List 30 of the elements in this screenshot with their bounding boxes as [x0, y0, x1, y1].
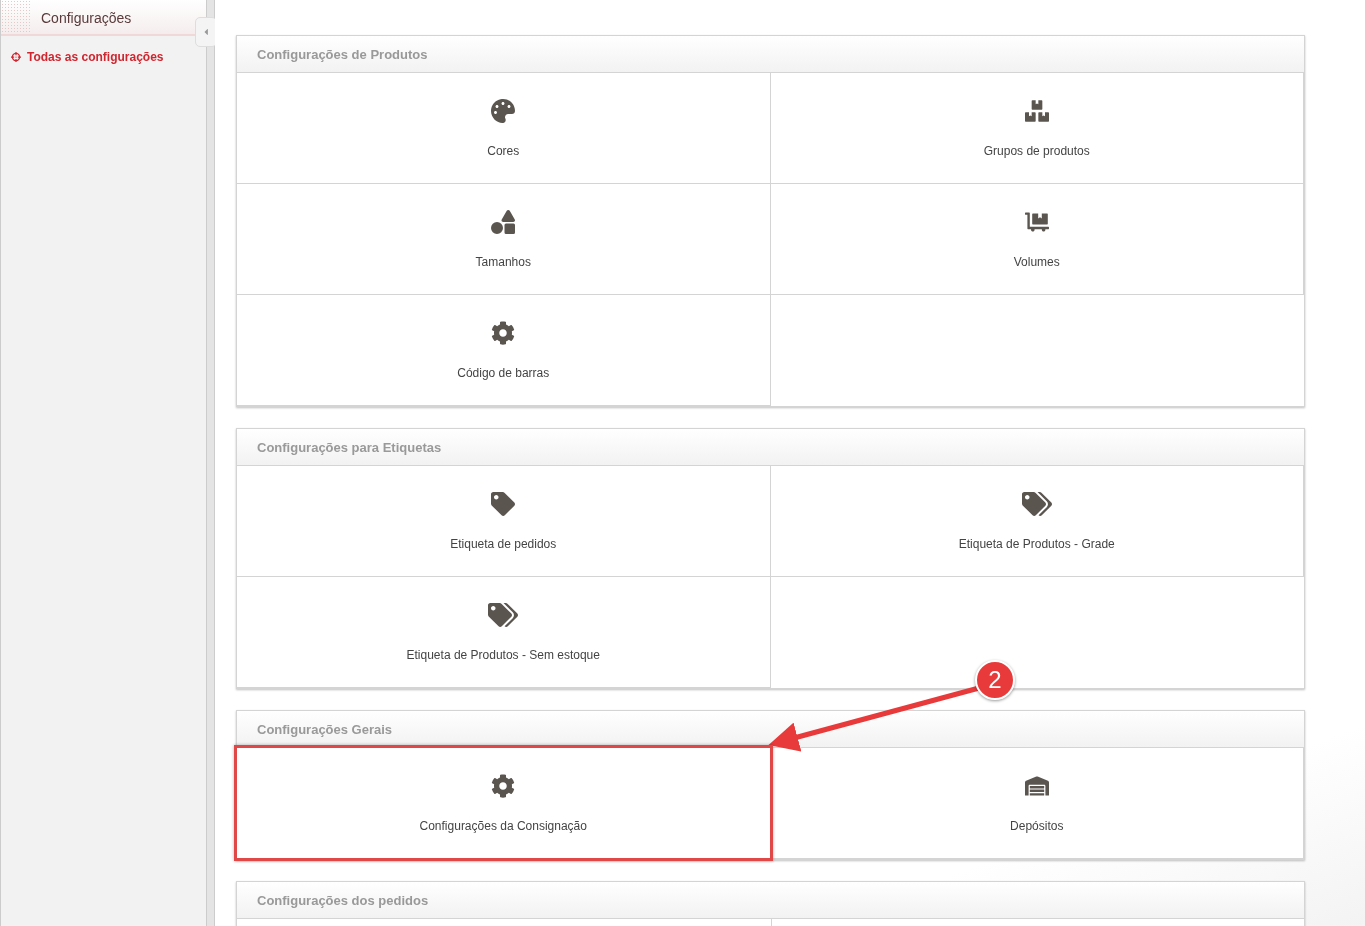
sidebar-title: Configurações: [40, 9, 132, 28]
gear-icon: [491, 321, 516, 345]
warehouse-icon: [1024, 774, 1049, 798]
shapes-icon: [491, 210, 516, 234]
settings-tile[interactable]: Tamanhos: [237, 184, 771, 295]
panel-title: Configurações Gerais: [257, 721, 393, 737]
settings-tile[interactable]: Etiqueta de Produtos - Grade: [770, 466, 1304, 577]
panel-title: Configurações para Etiquetas: [257, 439, 442, 455]
settings-tile[interactable]: Grupos de produtos: [770, 73, 1304, 184]
panel-title: Configurações dos pedidos: [257, 892, 429, 908]
settings-tile[interactable]: Depósitos: [770, 748, 1304, 859]
settings-tile[interactable]: Volumes: [770, 184, 1304, 295]
settings-tile[interactable]: Etiqueta de pedidos: [237, 466, 771, 577]
tags-icon: [488, 600, 519, 630]
tag-icon: [491, 492, 516, 516]
tags-icon: [1021, 489, 1052, 519]
settings-tile[interactable]: Cores: [237, 73, 771, 184]
panel-title: Configurações de Produtos: [257, 46, 428, 62]
crosshair-icon: [11, 52, 21, 62]
settings-tile[interactable]: Configurações da Consignação: [237, 748, 771, 859]
boxes-icon: [1024, 99, 1049, 123]
dolly-icon: [1024, 210, 1049, 234]
dotted-pattern: [1, 0, 31, 34]
collapse-button[interactable]: [195, 17, 217, 47]
gear-icon: [491, 774, 516, 798]
settings-tile[interactable]: Código de barras: [237, 295, 771, 406]
palette-icon: [491, 99, 516, 123]
settings-tile[interactable]: Etiqueta de Produtos - Sem estoque: [237, 577, 771, 688]
all-settings-link[interactable]: Todas as configurações: [11, 50, 206, 64]
step-badge: 2: [975, 660, 1015, 700]
